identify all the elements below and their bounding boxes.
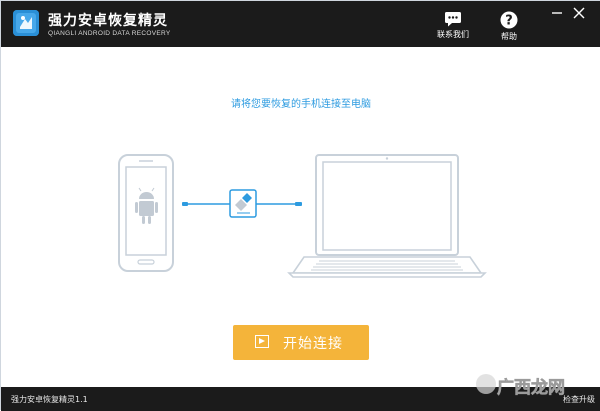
- play-icon: [255, 335, 269, 348]
- main-panel: 请将您要恢复的手机连接至电脑 开始连接: [1, 47, 600, 387]
- app-subtitle: QIANGLI ANDROID DATA RECOVERY: [48, 30, 171, 37]
- close-icon: [573, 7, 585, 19]
- title-bar[interactable]: 强力安卓恢复精灵 QIANGLI ANDROID DATA RECOVERY 联…: [1, 1, 600, 47]
- version-label: 强力安卓恢复精灵1.1: [11, 395, 88, 404]
- laptop-illustration: [287, 154, 487, 278]
- help-button[interactable]: ? 帮助: [487, 11, 531, 45]
- chat-icon: [445, 12, 461, 27]
- start-connect-label: 开始连接: [283, 336, 343, 352]
- close-button[interactable]: [571, 5, 587, 19]
- contact-us-button[interactable]: 联系我们: [431, 11, 475, 45]
- app-logo-icon: [13, 10, 39, 36]
- minimize-button[interactable]: [549, 5, 565, 19]
- app-window: 强力安卓恢复精灵 QIANGLI ANDROID DATA RECOVERY 联…: [0, 0, 600, 411]
- start-connect-button[interactable]: 开始连接: [233, 325, 369, 360]
- svg-text:?: ?: [505, 14, 513, 29]
- minimize-icon: [552, 12, 562, 14]
- watermark-text: 广西龙网: [497, 378, 566, 399]
- usb-connector-icon: [229, 189, 257, 218]
- app-title: 强力安卓恢复精灵: [48, 13, 168, 29]
- help-icon: ?: [500, 11, 518, 29]
- help-label: 帮助: [501, 32, 517, 41]
- contact-us-label: 联系我们: [437, 30, 469, 39]
